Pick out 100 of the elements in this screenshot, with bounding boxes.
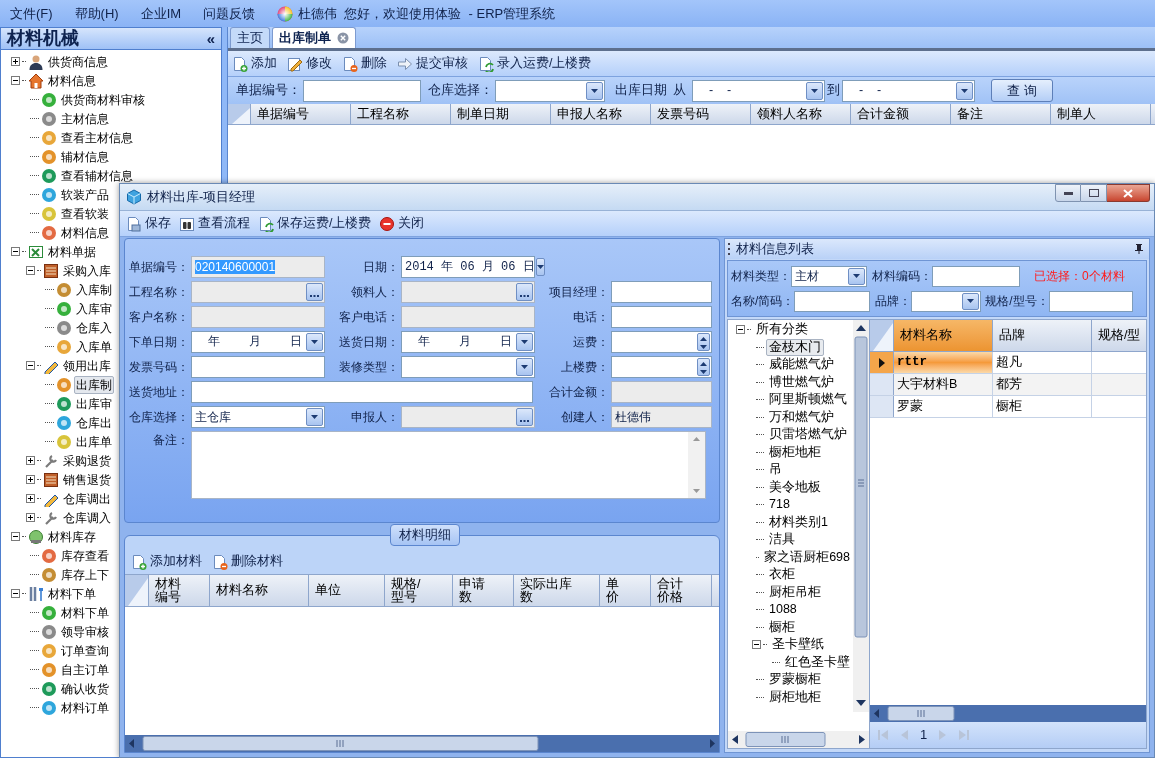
column-header[interactable]: 申请数: [459, 577, 489, 604]
pin-icon[interactable]: [1135, 244, 1143, 254]
tree-item[interactable]: 718: [766, 496, 793, 514]
number-field[interactable]: [611, 331, 712, 353]
input-field[interactable]: - -: [692, 79, 825, 102]
tree-item[interactable]: 出库审: [74, 394, 114, 413]
spin-button[interactable]: [697, 333, 710, 351]
tree-item[interactable]: 自主订单: [59, 660, 111, 679]
expand-toggle-icon[interactable]: [26, 456, 35, 465]
tree-item[interactable]: 材料下单: [59, 603, 111, 622]
tree-item[interactable]: 供货商材料审核: [59, 90, 147, 109]
expand-toggle-icon[interactable]: [26, 494, 35, 503]
lookup-button[interactable]: [516, 283, 533, 301]
expand-toggle-icon[interactable]: [11, 57, 20, 66]
toolbar-button[interactable]: 录入运费/上楼费: [478, 54, 592, 73]
tree-item[interactable]: 材料单据: [46, 242, 98, 261]
collapse-toggle-icon[interactable]: [26, 361, 35, 370]
tree-item[interactable]: 主材信息: [59, 109, 111, 128]
expand-toggle-icon[interactable]: [26, 513, 35, 522]
tree-item[interactable]: 金枝木门: [766, 338, 824, 356]
row-header[interactable]: [870, 352, 894, 373]
text-field[interactable]: [611, 306, 712, 328]
minimize-button[interactable]: [1055, 184, 1081, 202]
tree-item[interactable]: 橱柜地柜: [766, 443, 824, 461]
lookup-button[interactable]: [516, 408, 533, 426]
input-field[interactable]: [495, 79, 605, 102]
dropdown-button[interactable]: [516, 358, 533, 376]
tree-item[interactable]: 入库制: [74, 280, 114, 299]
toolbar-button[interactable]: 修改: [287, 54, 332, 73]
tree-item[interactable]: 橱柜: [766, 618, 798, 636]
column-header[interactable]: 材料名称: [894, 320, 993, 351]
menu-item[interactable]: 文件(F): [10, 3, 53, 24]
lookup-field[interactable]: [401, 406, 535, 428]
dropdown-button[interactable]: [516, 333, 533, 351]
tree-item[interactable]: 洁具: [766, 531, 798, 549]
input-field[interactable]: - -: [842, 79, 975, 102]
tree-item[interactable]: 领用出库: [61, 356, 113, 375]
tree-item[interactable]: 订单查询: [59, 641, 111, 660]
tree-item[interactable]: 采购入库: [61, 261, 113, 280]
input-field[interactable]: [303, 79, 421, 102]
text-field[interactable]: [611, 381, 712, 403]
menu-item[interactable]: 企业IM: [140, 3, 182, 24]
collapse-toggle-icon[interactable]: [752, 640, 761, 650]
toolbar-button[interactable]: 保存: [126, 214, 171, 233]
collapse-toggle-icon[interactable]: [11, 589, 20, 598]
column-header[interactable]: 规格/型: [1092, 320, 1146, 351]
menu-item[interactable]: 帮助(H): [74, 3, 119, 24]
column-header[interactable]: 规格/型号: [391, 577, 421, 604]
tree-item[interactable]: 罗蒙橱柜: [766, 671, 824, 689]
tree-item[interactable]: 吊: [766, 461, 785, 479]
input-field[interactable]: [932, 265, 1020, 287]
tree-item[interactable]: 仓库调入: [61, 508, 113, 527]
menu-item[interactable]: 问题反馈: [203, 3, 256, 24]
tree-item[interactable]: 材料信息: [46, 71, 98, 90]
tree-item[interactable]: 材料信息: [59, 223, 111, 242]
tree-item[interactable]: 仓库入: [74, 318, 114, 337]
column-header[interactable]: 合计价格: [657, 577, 687, 604]
tree-item[interactable]: 阿里斯顿燃气: [766, 391, 850, 409]
tree-item[interactable]: 衣柜: [766, 566, 798, 584]
toolbar-button[interactable]: 删除材料: [212, 552, 283, 571]
toolbar-button[interactable]: 添加: [232, 54, 277, 73]
spin-button[interactable]: [697, 358, 710, 376]
tree-item[interactable]: 查看辅材信息: [59, 166, 135, 185]
maximize-button[interactable]: [1081, 184, 1107, 202]
tree-item[interactable]: 软装产品: [59, 185, 111, 204]
dropdown-field[interactable]: [401, 356, 535, 378]
dropdown-button[interactable]: [535, 258, 545, 276]
tree-item[interactable]: 入库单: [74, 337, 114, 356]
tree-item[interactable]: 供货商信息: [46, 52, 110, 71]
text-field[interactable]: [401, 306, 535, 328]
tree-item[interactable]: 厨柜地柜: [766, 688, 824, 706]
tree-item[interactable]: 查看软装: [59, 204, 111, 223]
lookup-button[interactable]: [306, 283, 323, 301]
text-field[interactable]: [191, 306, 325, 328]
tree-item[interactable]: 仓库出: [74, 413, 114, 432]
column-header[interactable]: 单据编号: [251, 104, 351, 124]
column-header[interactable]: 备注: [951, 104, 1051, 124]
text-field[interactable]: [611, 281, 712, 303]
dropdown-field[interactable]: 主材: [791, 265, 867, 287]
column-header[interactable]: 申报人名称: [551, 104, 651, 124]
input-field[interactable]: [794, 290, 871, 312]
tree-item[interactable]: 出库制: [74, 375, 114, 394]
text-field[interactable]: 杜德伟: [611, 406, 712, 428]
tree-item[interactable]: 出库单: [74, 432, 114, 451]
column-header[interactable]: 工程名称: [351, 104, 451, 124]
column-header[interactable]: 材料编号: [155, 577, 185, 604]
column-header[interactable]: 领料人名称: [751, 104, 851, 124]
tree-item[interactable]: 采购退货: [61, 451, 113, 470]
tab[interactable]: 主页: [230, 27, 270, 48]
column-header[interactable]: 发票号码: [651, 104, 751, 124]
tree-item[interactable]: 所有分类: [753, 321, 811, 339]
tree-item[interactable]: 贝雷塔燃气炉: [766, 426, 850, 444]
tree-item[interactable]: 材料类别1: [766, 513, 831, 531]
tree-item[interactable]: 材料库存: [46, 527, 98, 546]
column-header[interactable]: 单价: [606, 577, 622, 604]
date-picker[interactable]: 年 月 日: [191, 331, 325, 353]
collapse-toggle-icon[interactable]: [11, 247, 20, 256]
close-tab-icon[interactable]: [337, 32, 349, 44]
input-field[interactable]: [1048, 290, 1133, 312]
toolbar-button[interactable]: 添加材料: [131, 552, 202, 571]
